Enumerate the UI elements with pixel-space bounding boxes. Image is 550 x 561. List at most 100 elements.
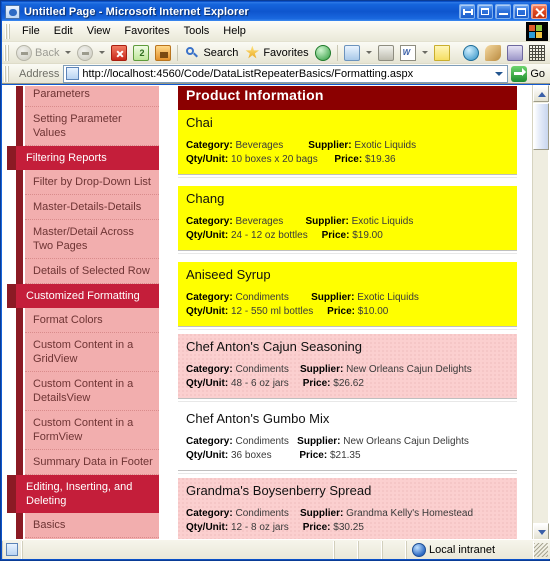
supplier-value: Grandma Kelly's Homestead: [346, 508, 474, 519]
refresh-button[interactable]: 2: [130, 43, 152, 63]
product-item[interactable]: Chef Anton's Gumbo Mix Category: Condime…: [178, 406, 517, 478]
highlight-button[interactable]: [504, 43, 526, 63]
sidebar-item-basics[interactable]: Basics: [25, 513, 159, 538]
messenger-button[interactable]: [460, 43, 482, 63]
category-label: Category:: [186, 140, 233, 151]
sidebar-item-custom-content-gridview[interactable]: Custom Content in a GridView: [25, 333, 159, 372]
supplier-value: New Orleans Cajun Delights: [343, 436, 469, 447]
stop-button[interactable]: [108, 43, 130, 63]
mail-button[interactable]: [341, 43, 363, 63]
sidebar-item-custom-content-formview[interactable]: Custom Content in a FormView: [25, 411, 159, 450]
favorites-label: Favorites: [263, 46, 309, 59]
window-title: Untitled Page - Microsoft Internet Explo…: [24, 5, 249, 18]
status-cell-1: [334, 540, 358, 559]
address-drag-handle[interactable]: [4, 65, 9, 82]
edit-dropdown-icon[interactable]: [421, 51, 428, 54]
page-icon: [66, 67, 80, 80]
sidebar-section-editing-inserting-deleting[interactable]: Editing, Inserting, and Deleting: [7, 475, 159, 513]
back-button[interactable]: Back: [13, 43, 62, 63]
menu-item-tools[interactable]: Tools: [177, 23, 217, 39]
menu-item-view[interactable]: View: [80, 23, 118, 39]
product-item[interactable]: Chang Category: Beverages Supplier: Exot…: [178, 186, 517, 262]
restore-small-button[interactable]: [459, 4, 475, 19]
sidebar-section-filtering-reports[interactable]: Filtering Reports: [7, 146, 159, 170]
bird-icon: [484, 44, 501, 61]
research-button[interactable]: [482, 43, 504, 63]
menu-item-favorites[interactable]: Favorites: [117, 23, 176, 39]
qty-value: 36 boxes: [231, 450, 272, 461]
sidebar-item-summary-data-in-footer[interactable]: Summary Data in Footer: [25, 450, 159, 475]
vertical-scrollbar[interactable]: [532, 85, 549, 540]
scrollbar-track[interactable]: [533, 150, 548, 523]
product-name: Grandma's Boysenberry Spread: [186, 483, 372, 498]
product-row-category-supplier: Category: Beverages Supplier: Exotic Liq…: [186, 139, 509, 153]
toolbar-drag-handle[interactable]: [4, 44, 9, 61]
product-item[interactable]: Chai Category: Beverages Supplier: Exoti…: [178, 110, 517, 186]
scrollbar-thumb[interactable]: [533, 103, 549, 150]
sidebar-item-format-colors[interactable]: Format Colors: [25, 308, 159, 333]
menu-item-file[interactable]: File: [15, 23, 47, 39]
sidebar-item-parameters[interactable]: Parameters: [25, 86, 159, 107]
product-row-category-supplier: Category: Condiments Supplier: Exotic Li…: [186, 291, 509, 305]
printer-icon: [377, 44, 394, 61]
sidebar-section-customized-formatting[interactable]: Customized Formatting: [7, 284, 159, 308]
magnifier-person-icon: [506, 44, 523, 61]
product-information-panel: Product Information Chai Category: Bever…: [178, 86, 517, 540]
menu-item-help[interactable]: Help: [216, 23, 253, 39]
product-item[interactable]: Chef Anton's Cajun Seasoning Category: C…: [178, 334, 517, 406]
stop-icon: [111, 44, 128, 61]
product-item[interactable]: Aniseed Syrup Category: Condiments Suppl…: [178, 262, 517, 334]
close-button[interactable]: [531, 4, 547, 19]
address-input[interactable]: http://localhost:4560/Code/DataListRepea…: [63, 64, 509, 83]
forward-dropdown-icon[interactable]: [99, 51, 106, 54]
browser-window: Untitled Page - Microsoft Internet Explo…: [0, 0, 550, 561]
minimize-button[interactable]: [495, 4, 511, 19]
scroll-down-button[interactable]: [533, 523, 549, 540]
price-label: Price:: [327, 306, 355, 317]
menu-item-edit[interactable]: Edit: [47, 23, 80, 39]
internet-explorer-icon: [5, 4, 20, 19]
product-gap: [178, 254, 517, 262]
search-button[interactable]: Search: [181, 43, 241, 63]
window-controls: [459, 4, 550, 19]
notes-button[interactable]: [431, 43, 453, 63]
supplier-value: Exotic Liquids: [354, 140, 417, 151]
history-button[interactable]: [312, 43, 334, 63]
mail-dropdown-icon[interactable]: [365, 51, 372, 54]
price-label: Price:: [321, 230, 350, 241]
forward-button[interactable]: [74, 43, 96, 63]
go-arrow-icon: [511, 65, 528, 82]
star-icon: [244, 45, 260, 61]
grid-button[interactable]: [526, 43, 548, 63]
sidebar-item-filter-by-drop-down-list[interactable]: Filter by Drop-Down List: [25, 170, 159, 195]
print-button[interactable]: [375, 43, 397, 63]
go-button[interactable]: Go: [508, 65, 550, 82]
restore-window-button[interactable]: [477, 4, 493, 19]
menu-drag-handle[interactable]: [5, 23, 10, 39]
supplier-value: New Orleans Cajun Delights: [346, 364, 472, 375]
address-dropdown-button[interactable]: [491, 66, 507, 82]
home-button[interactable]: [152, 43, 174, 63]
price-value: $21.35: [329, 450, 361, 461]
sidebar-item-details-of-selected-row[interactable]: Details of Selected Row: [25, 259, 159, 284]
product-item[interactable]: Grandma's Boysenberry Spread Category: C…: [178, 478, 517, 540]
edit-button[interactable]: W: [397, 43, 419, 63]
back-arrow-icon: [16, 44, 32, 61]
word-edit-icon: W: [399, 44, 416, 61]
back-dropdown-icon[interactable]: [65, 51, 72, 54]
sidebar-item-master-details-details[interactable]: Master-Details-Details: [25, 195, 159, 220]
product-row-qty-price: Qty/Unit: 36 boxes Price: $21.35: [186, 449, 509, 463]
scroll-up-button[interactable]: [533, 85, 549, 102]
supplier-value: Exotic Liquids: [351, 216, 414, 227]
sidebar-item-setting-parameter-values[interactable]: Setting Parameter Values: [25, 107, 159, 146]
resize-grip[interactable]: [534, 542, 548, 557]
sidebar-item-custom-content-detailsview[interactable]: Custom Content in a DetailsView: [25, 372, 159, 411]
product-row-qty-price: Qty/Unit: 24 - 12 oz bottles Price: $19.…: [186, 229, 509, 243]
maximize-button[interactable]: [513, 4, 529, 19]
favorites-button[interactable]: Favorites: [241, 43, 311, 63]
security-zone[interactable]: Local intranet: [406, 540, 534, 559]
mail-icon: [343, 44, 360, 61]
qty-label: Qty/Unit:: [186, 378, 229, 389]
sidebar-item-master-detail-across-two-pages[interactable]: Master/Detail Across Two Pages: [25, 220, 159, 259]
back-label: Back: [35, 46, 60, 59]
